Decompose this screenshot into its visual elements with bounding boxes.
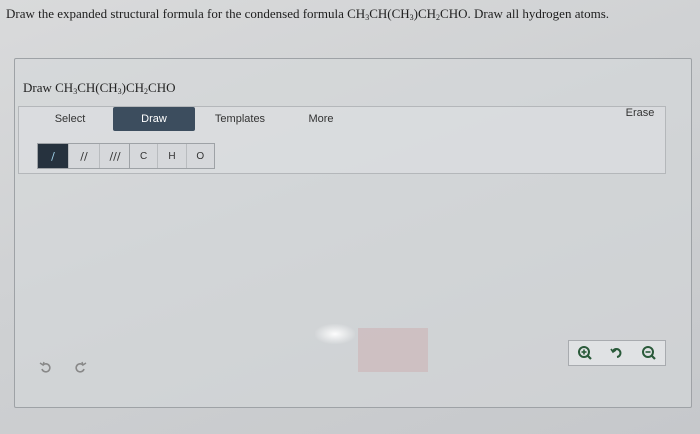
- single-bond-button[interactable]: /: [38, 144, 69, 168]
- reset-zoom-icon[interactable]: [601, 341, 633, 365]
- drawing-canvas[interactable]: [18, 176, 664, 372]
- tab-select[interactable]: Select: [31, 107, 109, 131]
- redo-icon[interactable]: [70, 357, 90, 377]
- light-glare: [315, 324, 355, 344]
- double-bond-button[interactable]: //: [69, 144, 100, 168]
- bond-selector: / // ///: [37, 143, 131, 169]
- screen-reflection: [358, 328, 428, 372]
- triple-bond-button[interactable]: ///: [100, 144, 130, 168]
- atom-hydrogen-button[interactable]: H: [158, 144, 187, 168]
- drawing-toolbar: Select Draw Templates More Erase / // //…: [18, 106, 666, 174]
- atom-carbon-button[interactable]: C: [130, 144, 159, 168]
- panel-title: Draw CH3CH(CH3)CH2CHO: [23, 80, 176, 96]
- atom-selector: C H O: [129, 143, 215, 169]
- tab-templates[interactable]: Templates: [201, 107, 279, 131]
- undo-icon[interactable]: [36, 357, 56, 377]
- atom-oxygen-button[interactable]: O: [187, 144, 214, 168]
- tab-draw[interactable]: Draw: [113, 107, 195, 131]
- zoom-out-icon[interactable]: [633, 341, 665, 365]
- question-text: Draw the expanded structural formula for…: [6, 6, 610, 22]
- zoom-controls: [568, 340, 666, 366]
- erase-button[interactable]: Erase: [615, 101, 665, 125]
- history-controls: [36, 357, 90, 377]
- zoom-in-icon[interactable]: [569, 341, 601, 365]
- question-formula: CH3CH(CH3)CH2CHO: [347, 6, 468, 22]
- tab-more[interactable]: More: [291, 107, 351, 131]
